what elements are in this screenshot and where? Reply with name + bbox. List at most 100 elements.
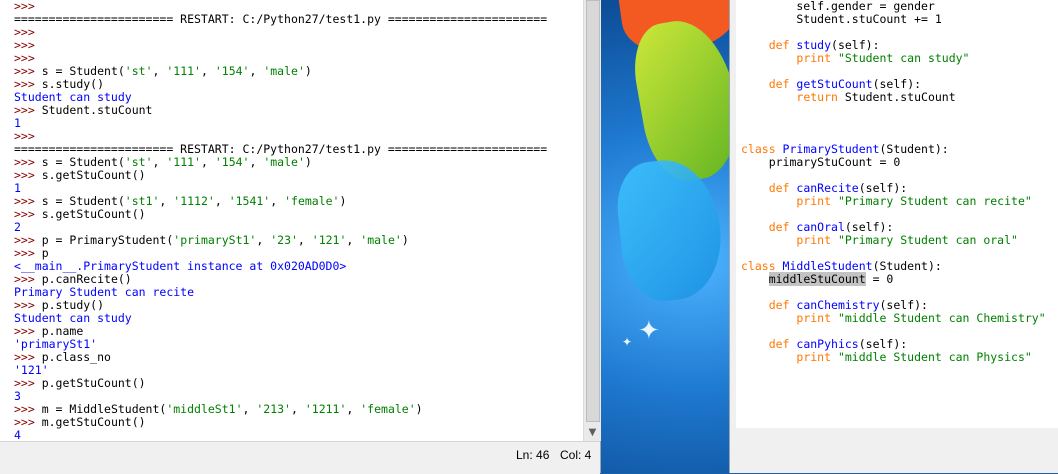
code-token: , [152,155,167,169]
code-token: , [346,233,361,247]
prompt-marker: >>> [14,246,42,260]
code-token: , [159,194,174,208]
code-token: getStuCount [796,77,873,91]
shell-scrollbar[interactable]: ▼ [583,0,601,441]
code-token: , [290,402,305,416]
code-token: <__main__.PrimaryStudent instance at 0x0… [14,259,347,273]
code-token: , [214,194,229,208]
code-token: Primary Student can recite [14,285,195,299]
code-token: print [796,233,838,247]
shell-scrollbar-thumb[interactable] [586,0,600,422]
selected-text: middleStuCount [768,272,866,286]
code-token: "middle Student can Chemistry" [837,311,1046,325]
code-token: 'female' [284,194,340,208]
wallpaper-flag-blue [612,155,728,305]
code-token: , [242,402,257,416]
code-token: 1 [14,181,21,195]
editor-line: print "middle Student can Physics" [736,351,1058,364]
code-token: class [741,142,783,156]
code-token: Student.stuCount [844,90,956,104]
code-token: '213' [256,402,291,416]
code-token: '121' [14,363,49,377]
code-token: , [152,64,167,78]
code-token: def [768,220,797,234]
code-token: 'primarySt1' [173,233,257,247]
column-number-indicator: Col: 4 [560,448,592,462]
python-shell-window: >>> ======================= RESTART: C:/… [0,0,601,474]
code-token: , [297,233,312,247]
code-token: (self): [872,77,922,91]
code-token: p.study() [41,298,105,312]
code-token: s = Student( [41,155,125,169]
code-token: , [346,402,361,416]
code-token: canRecite [796,181,859,195]
prompt-marker: >>> [14,168,42,182]
code-token: m = MiddleStudent( [41,402,167,416]
code-token: 'st1' [124,194,160,208]
code-token: ) [339,194,347,208]
code-token: 4 [14,428,21,442]
code-token: def [768,298,797,312]
editor-line: Student.stuCount += 1 [736,13,1058,26]
code-token: MiddleStudent [782,259,873,273]
code-token: canChemistry [796,298,880,312]
code-editor-window: self.gender = gender Student.stuCount +=… [729,0,1058,473]
code-token: "Primary Student can oral" [837,233,1018,247]
prompt-marker: >>> [14,272,42,286]
code-token: p.name [41,324,84,338]
code-token: (Student): [872,259,942,273]
prompt-marker: >>> [14,38,42,52]
prompt-marker: >>> [14,233,42,247]
code-token: 'male' [263,64,305,78]
code-token: s = Student( [41,64,125,78]
code-token: p = PrimaryStudent( [41,233,174,247]
editor-text-area[interactable]: self.gender = gender Student.stuCount +=… [736,0,1058,428]
code-token: def [768,181,797,195]
shell-text-area[interactable]: >>> ======================= RESTART: C:/… [0,0,583,441]
code-token: 'male' [263,155,305,169]
code-token: , [200,64,215,78]
scroll-down-icon[interactable]: ▼ [584,424,601,441]
shell-line: ======================= RESTART: C:/Pyth… [0,13,583,26]
code-token: 3 [14,389,21,403]
shell-line: >>> p.class_no [0,351,583,364]
prompt-marker: >>> [14,207,42,221]
code-token: Student can study [14,311,132,325]
code-token: 'primarySt1' [14,337,98,351]
code-token: canPyhics [796,337,859,351]
prompt-marker: >>> [14,298,42,312]
code-token: p.canRecite() [41,272,132,286]
code-token: '111' [166,155,201,169]
code-token: , [249,64,264,78]
code-token: p.class_no [41,350,111,364]
code-token: PrimaryStudent [782,142,880,156]
shell-line: >>> s.getStuCount() [0,208,583,221]
editor-line: print "Student can study" [736,52,1058,65]
prompt-marker: >>> [14,194,42,208]
code-token: 'st' [124,64,153,78]
code-token: s = Student( [41,194,125,208]
shell-status-bar: Ln: 46 Col: 4 [0,441,600,474]
code-token: '1541' [228,194,271,208]
shell-line: 4 [0,428,583,442]
shell-line: >>> s.getStuCount() [0,169,583,182]
prompt-marker: >>> [14,51,42,65]
editor-line: primaryStuCount = 0 [736,156,1058,169]
shell-line: >>> [0,26,583,39]
code-token: "middle Student can Physics" [837,350,1032,364]
editor-line: middleStuCount = 0 [736,272,1058,286]
prompt-marker: >>> [14,350,42,364]
code-token: (self): [844,220,894,234]
code-token: def [768,38,797,52]
code-token: "Student can study" [837,51,970,65]
code-token: canOral [796,220,845,234]
code-token: print [796,350,838,364]
editor-bottom-frame [736,428,1058,473]
